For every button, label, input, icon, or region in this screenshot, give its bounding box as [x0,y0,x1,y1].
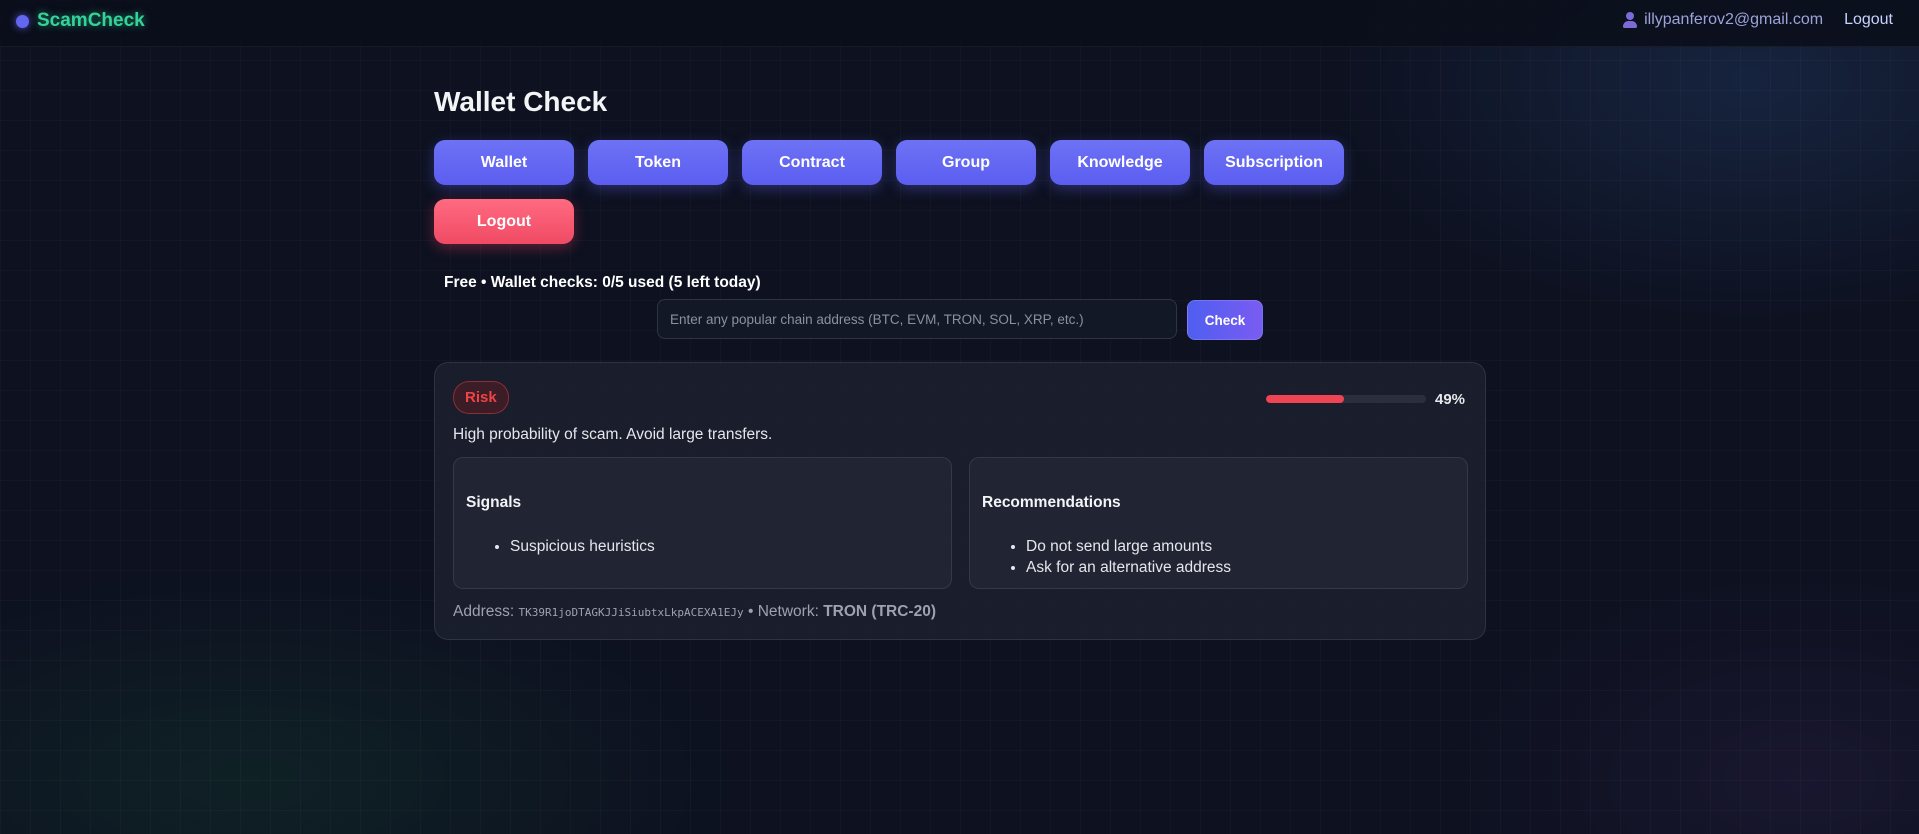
risk-score-bar [1266,395,1426,403]
recommendations-list: Do not send large amounts Ask for an alt… [1026,536,1231,578]
nav-contract-button[interactable]: Contract [742,140,882,185]
nav-logout-button[interactable]: Logout [434,199,574,244]
signals-panel: Signals Suspicious heuristics [453,457,952,589]
brand-logo-icon [16,14,29,28]
signals-title: Signals [466,494,522,511]
risk-badge: Risk [453,381,509,414]
nav-subscription-button[interactable]: Subscription [1204,140,1344,185]
risk-score-fill [1266,395,1345,403]
signals-list: Suspicious heuristics [510,536,655,557]
top-bar: ScamCheck illypanferov2@gmail.com Logout [0,0,1919,47]
risk-score-text: 49% [1435,391,1466,408]
page-title: Wallet Check [434,86,608,117]
user-email: illypanferov2@gmail.com [1644,11,1824,28]
nav-group-button[interactable]: Group [896,140,1036,185]
recommendation-item: Ask for an alternative address [1026,557,1231,578]
separator: • [747,603,754,620]
header-logout-link[interactable]: Logout [1844,11,1893,29]
brand[interactable]: ScamCheck [16,10,145,32]
network-value: TRON (TRC-20) [823,603,936,620]
recommendation-item: Do not send large amounts [1026,536,1231,557]
recommendations-title: Recommendations [982,494,1121,511]
network-label: Network: [757,603,819,620]
recommendations-panel: Recommendations Do not send large amount… [969,457,1468,589]
check-button[interactable]: Check [1187,300,1263,340]
nav-wallet-button[interactable]: Wallet [434,140,574,185]
signal-item: Suspicious heuristics [510,536,655,557]
address-input[interactable] [657,299,1177,339]
result-card: Risk 49% High probability of scam. Avoid… [434,362,1486,640]
address-info: Address: TK39R1joDTAGKJJiSiubtxLkpACEXA1… [453,603,936,621]
verdict-text: High probability of scam. Avoid large tr… [453,426,773,443]
user-icon [1622,11,1638,29]
wallet-address: TK39R1joDTAGKJJiSiubtxLkpACEXA1EJy [518,606,744,619]
address-label: Address: [453,603,515,620]
brand-name: ScamCheck [37,10,145,31]
nav-knowledge-button[interactable]: Knowledge [1050,140,1190,185]
user-area: illypanferov2@gmail.com Logout [1622,11,1893,29]
quota-status: Free • Wallet checks: 0/5 used (5 left t… [444,274,761,291]
nav-token-button[interactable]: Token [588,140,728,185]
